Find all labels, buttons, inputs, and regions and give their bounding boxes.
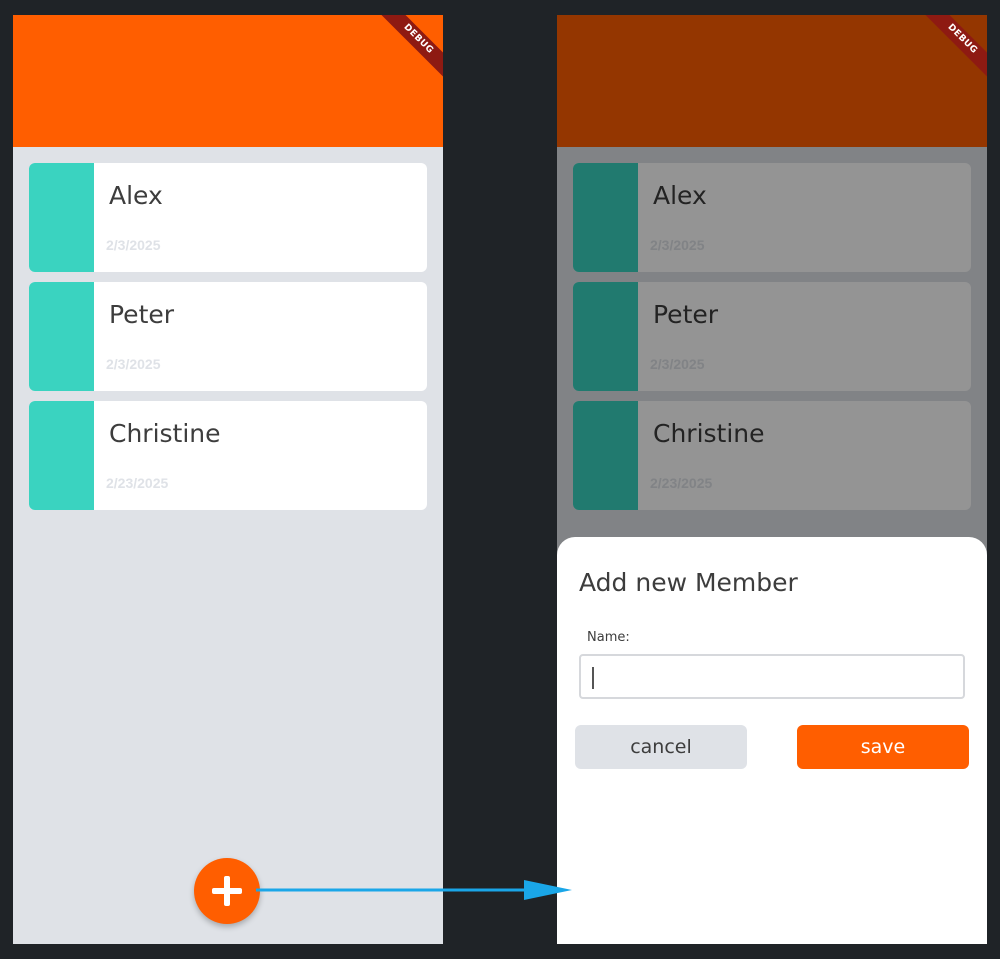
member-color-stripe (29, 282, 94, 391)
text-caret (592, 667, 594, 689)
member-color-stripe (29, 401, 94, 510)
member-date: 2/3/2025 (106, 237, 161, 253)
member-name: Christine (109, 419, 221, 448)
member-list-screen: DEBUG Alex 2/3/2025 Peter 2/3/2025 Chris… (13, 15, 443, 944)
member-name: Peter (109, 300, 175, 329)
member-card-alex[interactable]: Alex 2/3/2025 (29, 163, 427, 272)
name-field-label: Name: (587, 630, 630, 645)
member-list: Alex 2/3/2025 Peter 2/3/2025 Christine 2… (29, 163, 427, 520)
member-card-peter[interactable]: Peter 2/3/2025 (29, 282, 427, 391)
member-card-christine[interactable]: Christine 2/23/2025 (29, 401, 427, 510)
sheet-title: Add new Member (579, 568, 798, 597)
app-bar (13, 15, 443, 147)
member-date: 2/3/2025 (106, 356, 161, 372)
member-color-stripe (29, 163, 94, 272)
add-member-sheet: Add new Member Name: cancel save (557, 537, 987, 944)
save-button[interactable]: save (797, 725, 969, 769)
cancel-button[interactable]: cancel (575, 725, 747, 769)
member-name: Alex (109, 181, 163, 210)
add-member-screen: DEBUG Alex 2/3/2025 Peter 2/3/2025 Chris… (557, 15, 987, 944)
name-input[interactable] (579, 654, 965, 699)
add-member-button[interactable] (194, 858, 260, 924)
member-date: 2/23/2025 (106, 475, 169, 491)
